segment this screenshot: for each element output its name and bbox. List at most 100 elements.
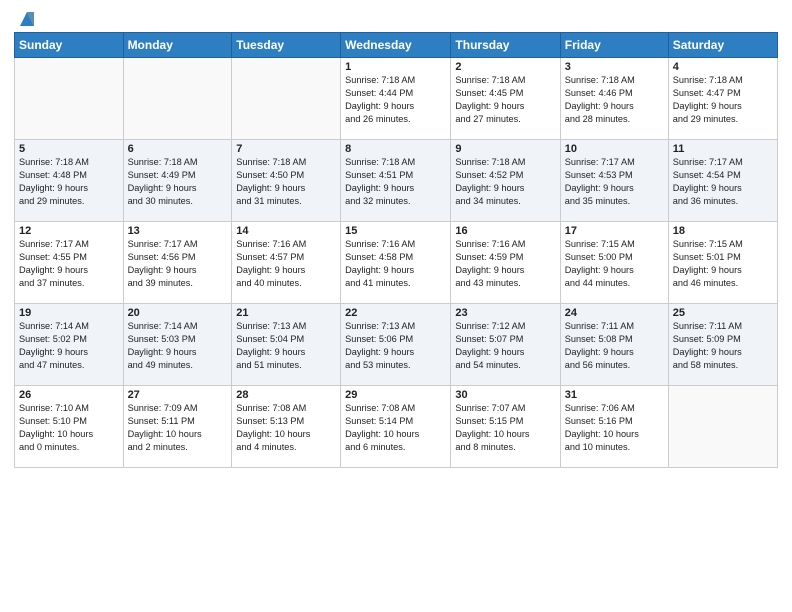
calendar-cell: 23Sunrise: 7:12 AM Sunset: 5:07 PM Dayli… [451,304,560,386]
logo [14,10,38,26]
week-row-1: 1Sunrise: 7:18 AM Sunset: 4:44 PM Daylig… [15,58,778,140]
day-info: Sunrise: 7:08 AM Sunset: 5:14 PM Dayligh… [345,402,446,454]
week-row-4: 19Sunrise: 7:14 AM Sunset: 5:02 PM Dayli… [15,304,778,386]
day-info: Sunrise: 7:11 AM Sunset: 5:08 PM Dayligh… [565,320,664,372]
day-number: 14 [236,225,336,237]
day-info: Sunrise: 7:13 AM Sunset: 5:06 PM Dayligh… [345,320,446,372]
calendar-cell: 26Sunrise: 7:10 AM Sunset: 5:10 PM Dayli… [15,386,124,468]
day-number: 4 [673,61,773,73]
calendar-cell: 14Sunrise: 7:16 AM Sunset: 4:57 PM Dayli… [232,222,341,304]
day-info: Sunrise: 7:15 AM Sunset: 5:01 PM Dayligh… [673,238,773,290]
day-number: 18 [673,225,773,237]
day-info: Sunrise: 7:06 AM Sunset: 5:16 PM Dayligh… [565,402,664,454]
weekday-header-thursday: Thursday [451,33,560,58]
day-number: 25 [673,307,773,319]
calendar-cell: 8Sunrise: 7:18 AM Sunset: 4:51 PM Daylig… [341,140,451,222]
day-info: Sunrise: 7:15 AM Sunset: 5:00 PM Dayligh… [565,238,664,290]
day-info: Sunrise: 7:18 AM Sunset: 4:48 PM Dayligh… [19,156,119,208]
calendar-cell: 20Sunrise: 7:14 AM Sunset: 5:03 PM Dayli… [123,304,232,386]
day-number: 2 [455,61,555,73]
day-number: 30 [455,389,555,401]
day-number: 21 [236,307,336,319]
calendar-cell [232,58,341,140]
day-number: 24 [565,307,664,319]
day-info: Sunrise: 7:12 AM Sunset: 5:07 PM Dayligh… [455,320,555,372]
day-info: Sunrise: 7:18 AM Sunset: 4:44 PM Dayligh… [345,74,446,126]
page: SundayMondayTuesdayWednesdayThursdayFrid… [0,0,792,612]
calendar-cell [15,58,124,140]
day-number: 15 [345,225,446,237]
day-number: 1 [345,61,446,73]
calendar-cell: 19Sunrise: 7:14 AM Sunset: 5:02 PM Dayli… [15,304,124,386]
weekday-header-friday: Friday [560,33,668,58]
day-number: 29 [345,389,446,401]
day-info: Sunrise: 7:13 AM Sunset: 5:04 PM Dayligh… [236,320,336,372]
day-number: 5 [19,143,119,155]
week-row-5: 26Sunrise: 7:10 AM Sunset: 5:10 PM Dayli… [15,386,778,468]
week-row-3: 12Sunrise: 7:17 AM Sunset: 4:55 PM Dayli… [15,222,778,304]
day-info: Sunrise: 7:14 AM Sunset: 5:02 PM Dayligh… [19,320,119,372]
header [14,10,778,26]
calendar-cell: 15Sunrise: 7:16 AM Sunset: 4:58 PM Dayli… [341,222,451,304]
day-info: Sunrise: 7:08 AM Sunset: 5:13 PM Dayligh… [236,402,336,454]
day-info: Sunrise: 7:17 AM Sunset: 4:56 PM Dayligh… [128,238,228,290]
day-number: 8 [345,143,446,155]
weekday-header-saturday: Saturday [668,33,777,58]
day-info: Sunrise: 7:07 AM Sunset: 5:15 PM Dayligh… [455,402,555,454]
day-info: Sunrise: 7:18 AM Sunset: 4:51 PM Dayligh… [345,156,446,208]
calendar-cell: 21Sunrise: 7:13 AM Sunset: 5:04 PM Dayli… [232,304,341,386]
calendar-cell: 30Sunrise: 7:07 AM Sunset: 5:15 PM Dayli… [451,386,560,468]
day-number: 3 [565,61,664,73]
calendar-cell: 31Sunrise: 7:06 AM Sunset: 5:16 PM Dayli… [560,386,668,468]
calendar-cell: 10Sunrise: 7:17 AM Sunset: 4:53 PM Dayli… [560,140,668,222]
day-info: Sunrise: 7:09 AM Sunset: 5:11 PM Dayligh… [128,402,228,454]
calendar-cell: 3Sunrise: 7:18 AM Sunset: 4:46 PM Daylig… [560,58,668,140]
day-info: Sunrise: 7:16 AM Sunset: 4:59 PM Dayligh… [455,238,555,290]
day-number: 13 [128,225,228,237]
week-row-2: 5Sunrise: 7:18 AM Sunset: 4:48 PM Daylig… [15,140,778,222]
calendar-cell: 28Sunrise: 7:08 AM Sunset: 5:13 PM Dayli… [232,386,341,468]
day-number: 17 [565,225,664,237]
day-number: 6 [128,143,228,155]
day-info: Sunrise: 7:16 AM Sunset: 4:57 PM Dayligh… [236,238,336,290]
calendar-cell: 16Sunrise: 7:16 AM Sunset: 4:59 PM Dayli… [451,222,560,304]
calendar-cell: 24Sunrise: 7:11 AM Sunset: 5:08 PM Dayli… [560,304,668,386]
day-number: 20 [128,307,228,319]
calendar-cell: 4Sunrise: 7:18 AM Sunset: 4:47 PM Daylig… [668,58,777,140]
day-info: Sunrise: 7:11 AM Sunset: 5:09 PM Dayligh… [673,320,773,372]
day-number: 26 [19,389,119,401]
calendar-cell: 7Sunrise: 7:18 AM Sunset: 4:50 PM Daylig… [232,140,341,222]
weekday-header-sunday: Sunday [15,33,124,58]
calendar-cell [123,58,232,140]
day-number: 31 [565,389,664,401]
day-info: Sunrise: 7:18 AM Sunset: 4:45 PM Dayligh… [455,74,555,126]
day-info: Sunrise: 7:16 AM Sunset: 4:58 PM Dayligh… [345,238,446,290]
day-info: Sunrise: 7:17 AM Sunset: 4:55 PM Dayligh… [19,238,119,290]
weekday-header-wednesday: Wednesday [341,33,451,58]
calendar-cell: 25Sunrise: 7:11 AM Sunset: 5:09 PM Dayli… [668,304,777,386]
day-info: Sunrise: 7:17 AM Sunset: 4:54 PM Dayligh… [673,156,773,208]
logo-icon [16,8,38,30]
day-number: 23 [455,307,555,319]
calendar-cell: 13Sunrise: 7:17 AM Sunset: 4:56 PM Dayli… [123,222,232,304]
calendar-table: SundayMondayTuesdayWednesdayThursdayFrid… [14,32,778,468]
calendar-cell: 12Sunrise: 7:17 AM Sunset: 4:55 PM Dayli… [15,222,124,304]
calendar-cell: 22Sunrise: 7:13 AM Sunset: 5:06 PM Dayli… [341,304,451,386]
weekday-header-monday: Monday [123,33,232,58]
calendar-cell: 18Sunrise: 7:15 AM Sunset: 5:01 PM Dayli… [668,222,777,304]
calendar-cell: 29Sunrise: 7:08 AM Sunset: 5:14 PM Dayli… [341,386,451,468]
day-number: 16 [455,225,555,237]
calendar-cell: 1Sunrise: 7:18 AM Sunset: 4:44 PM Daylig… [341,58,451,140]
day-info: Sunrise: 7:14 AM Sunset: 5:03 PM Dayligh… [128,320,228,372]
day-info: Sunrise: 7:17 AM Sunset: 4:53 PM Dayligh… [565,156,664,208]
calendar-cell: 6Sunrise: 7:18 AM Sunset: 4:49 PM Daylig… [123,140,232,222]
day-info: Sunrise: 7:10 AM Sunset: 5:10 PM Dayligh… [19,402,119,454]
day-info: Sunrise: 7:18 AM Sunset: 4:47 PM Dayligh… [673,74,773,126]
calendar-cell: 2Sunrise: 7:18 AM Sunset: 4:45 PM Daylig… [451,58,560,140]
day-number: 11 [673,143,773,155]
calendar-cell: 17Sunrise: 7:15 AM Sunset: 5:00 PM Dayli… [560,222,668,304]
weekday-header-row: SundayMondayTuesdayWednesdayThursdayFrid… [15,33,778,58]
day-info: Sunrise: 7:18 AM Sunset: 4:50 PM Dayligh… [236,156,336,208]
day-info: Sunrise: 7:18 AM Sunset: 4:52 PM Dayligh… [455,156,555,208]
weekday-header-tuesday: Tuesday [232,33,341,58]
